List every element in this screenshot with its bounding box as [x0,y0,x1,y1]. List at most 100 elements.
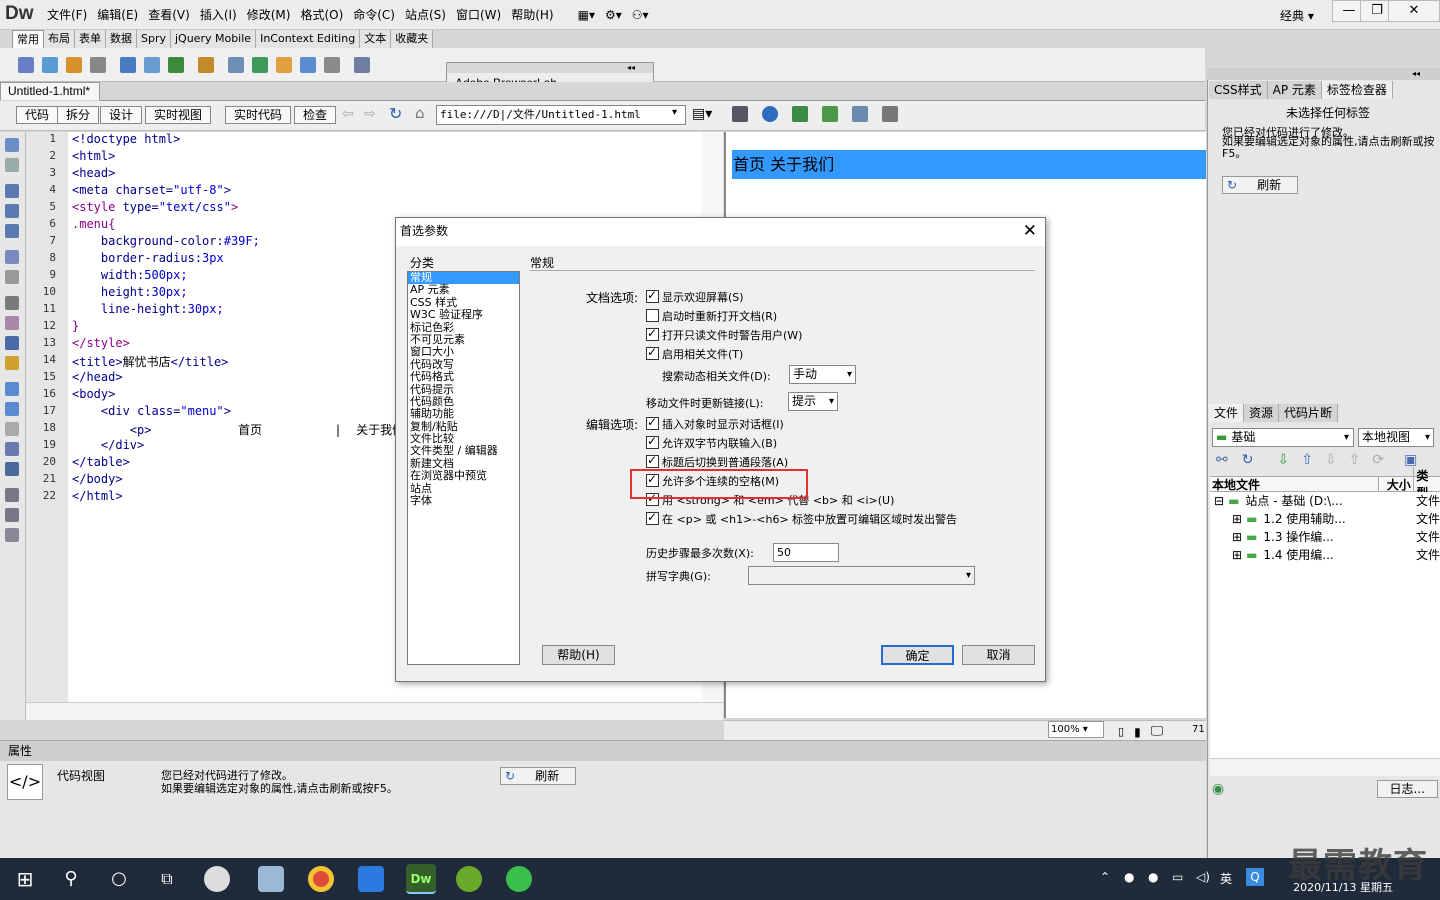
preview-browser-icon[interactable] [762,106,778,122]
code-line[interactable]: <html> [68,149,723,166]
expand-icon[interactable]: ⊞ [1232,546,1242,564]
workspace-switcher[interactable]: 经典 ▾ [1280,7,1314,24]
code-line[interactable]: <meta charset="utf-8"> [68,183,723,200]
tray-chevron-icon[interactable]: ⌃ [1100,870,1110,884]
app-melon-icon[interactable] [456,866,482,892]
sync-icon[interactable] [792,106,808,122]
connect-icon[interactable]: ⚯ [1216,452,1228,468]
select-parent-icon[interactable] [5,224,19,238]
log-button[interactable]: 日志... [1376,780,1438,798]
comment-icon[interactable] [300,56,316,73]
outdent-icon[interactable] [5,508,19,522]
dialog-close-icon[interactable]: ✕ [1023,221,1037,241]
checkbox[interactable] [646,510,659,525]
files-scrollbar[interactable] [1210,758,1440,776]
checkbox[interactable] [646,309,659,322]
get-files-icon[interactable]: ⇩ [1277,452,1289,468]
category-item[interactable]: 辅助功能 [408,408,519,420]
tab-spry[interactable]: Spry [137,30,171,48]
expand-icon[interactable]: ⊞ [1232,528,1242,546]
code-line[interactable]: <head> [68,166,723,183]
menu-format[interactable]: 格式(O) [295,0,348,30]
start-icon[interactable]: ⊞ [12,866,38,892]
forward-icon[interactable]: ⇨ [364,106,376,122]
expand-icon[interactable]: ⊞ [1232,510,1242,528]
properties-refresh-button[interactable]: ↻ 刷新 [500,767,576,785]
menu-file[interactable]: 文件(F) [42,0,92,30]
live-view-button[interactable]: 实时视图 [145,106,212,124]
checkbox[interactable] [646,288,659,303]
checkbox[interactable] [646,453,659,468]
category-item[interactable]: AP 元素 [408,284,519,296]
app-refresh-icon[interactable] [506,866,532,892]
back-icon[interactable]: ⇦ [342,106,354,122]
checkbox[interactable] [646,434,659,449]
zoom-select[interactable]: 100% ▾ [1048,721,1104,738]
hr-icon[interactable] [90,56,106,73]
inspect-button[interactable]: 检查 [294,106,337,124]
line-numbers-icon[interactable] [5,270,19,284]
tab-jquery-mobile[interactable]: jQuery Mobile [171,30,257,48]
syntax-error-icon[interactable] [5,316,19,330]
indent-icon[interactable] [5,488,19,502]
right-panel-collapse[interactable]: ◂◂ [1207,68,1440,80]
refresh-icon[interactable]: ↻ [389,104,402,123]
highlight-invalid-icon[interactable] [5,296,19,310]
desktop-size-icon[interactable]: 🖵 [1151,724,1164,739]
sync-icon[interactable]: ⟳ [1372,452,1384,468]
menu-modify[interactable]: 修改(M) [242,0,296,30]
apply-comment-icon[interactable] [5,382,19,396]
checkin-icon[interactable]: ⇧ [1349,452,1361,468]
expand-all-icon[interactable] [5,204,19,218]
code-view-button[interactable]: 代码 [16,106,59,124]
checkout-icon[interactable]: ⇩ [1325,452,1337,468]
tab-ap-elements[interactable]: AP 元素 [1267,81,1322,99]
q-app-icon[interactable]: Q [1246,868,1264,886]
word-wrap-icon[interactable] [5,336,19,350]
expand-icon[interactable]: ▣ [1404,452,1417,468]
address-dropdown-icon[interactable]: ▾ [672,107,677,118]
checkbox-row[interactable]: 启动时重新打开文档(R) [646,308,802,326]
address-input[interactable]: file:///D|/文件/Untitled-1.html [436,105,686,125]
wps-icon[interactable] [358,866,384,892]
expand-icon[interactable]: ⊟ [1214,492,1224,510]
category-item[interactable]: 字体 [408,494,519,507]
recent-snippets-icon[interactable] [5,442,19,456]
visual-aids-icon[interactable] [852,106,868,122]
tab-text[interactable]: 文本 [360,30,392,48]
code-line[interactable]: <style type="text/css"> [68,200,723,217]
close-button[interactable]: ✕ [1388,0,1440,22]
tab-snippets[interactable]: 代码片断 [1279,404,1339,422]
ime-label[interactable]: 英 [1220,870,1232,887]
browserlab-collapse[interactable]: ◂◂ [447,63,653,73]
spell-dict-select[interactable]: ▾ [748,566,975,585]
tablet-size-icon[interactable]: ▮ [1134,725,1141,739]
image-icon[interactable] [168,56,184,73]
file-management-icon[interactable] [732,106,748,122]
checkbox[interactable] [646,415,659,430]
open-documents-icon[interactable] [5,138,19,152]
cancel-button[interactable]: 取消 [962,645,1035,665]
inspector-refresh-button[interactable]: ↻ 刷新 [1222,176,1298,194]
tab-files[interactable]: 文件 [1209,404,1245,422]
validate-icon[interactable] [822,106,838,122]
file-row[interactable]: ⊞ ▬ 1.4 使用编... 文件 [1210,546,1440,564]
app-pinwheel-icon[interactable] [204,866,230,892]
collapse-selection-icon[interactable] [5,184,19,198]
menu-insert[interactable]: 插入(I) [195,0,242,30]
checkbox[interactable] [646,326,659,341]
balance-braces-icon[interactable] [5,250,19,264]
cortana-icon[interactable]: ○ [106,866,132,892]
checkbox-row[interactable]: 允许双字节内联输入(B) [646,434,957,453]
code-line[interactable]: <!doctype html> [68,132,723,149]
design-view-button[interactable]: 设计 [100,106,143,124]
put-files-icon[interactable]: ⇧ [1301,452,1313,468]
tab-data[interactable]: 数据 [106,30,137,48]
doc-tab-untitled[interactable]: Untitled-1.html* [0,82,100,100]
tab-favorites[interactable]: 收藏夹 [391,30,434,48]
checkbox-row[interactable]: 在 <p> 或 <h1>-<h6> 标签中放置可编辑区域时发出警告 [646,510,957,529]
file-row[interactable]: ⊞ ▬ 1.2 使用辅助... 文件 [1210,510,1440,528]
move-links-select[interactable]: 提示 ▾ [788,392,838,411]
layout-icon[interactable]: ▦▾ [573,0,600,30]
div-icon[interactable] [144,56,160,73]
